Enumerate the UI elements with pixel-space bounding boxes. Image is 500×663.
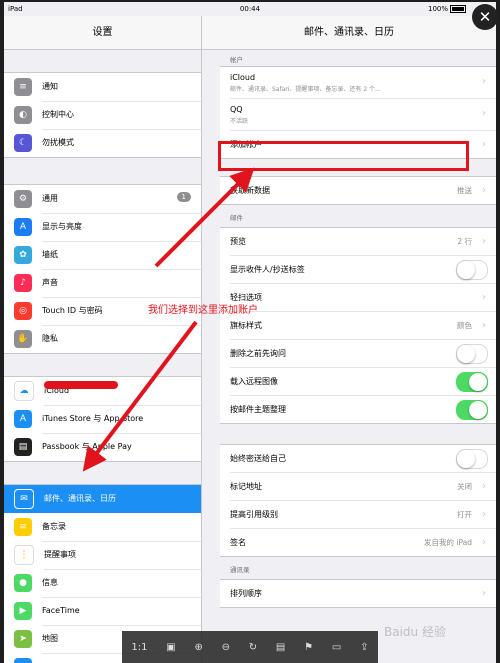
share-icon[interactable]: ⇪ xyxy=(360,642,368,653)
zoom-out-icon[interactable]: ⊖ xyxy=(222,642,230,653)
viewer-toolbar: 1:1 ▣ ⊕ ⊖ ↻ ▤ ⚑ ▭ ⇪ xyxy=(122,631,378,663)
zoom-in-icon[interactable]: ⊕ xyxy=(194,642,202,653)
bookmark-icon[interactable]: ⚑ xyxy=(304,642,313,653)
arrow-to-add-account xyxy=(154,167,255,268)
actual-size-button[interactable]: 1:1 xyxy=(131,642,147,653)
watermark: Baidu 经验 xyxy=(384,625,446,639)
fullscreen-icon[interactable]: ▭ xyxy=(332,642,341,653)
screenshot-frame: iPad 00:44 100% 设置 ≡ 通知 ◐ 控制中心 ☾ 勿扰模式 ⚙ 通用 1 … xyxy=(0,0,500,663)
highlight-add-account xyxy=(218,141,469,171)
fit-screen-icon[interactable]: ▣ xyxy=(166,642,175,653)
close-icon[interactable]: ✕ xyxy=(472,4,498,30)
annotation-arrows xyxy=(82,167,255,472)
save-icon[interactable]: ▤ xyxy=(276,642,285,653)
annotation-text: 我们选择到这里添加账户 xyxy=(148,305,258,316)
arrow-to-mail-item xyxy=(82,320,198,472)
rotate-icon[interactable]: ↻ xyxy=(249,642,257,653)
